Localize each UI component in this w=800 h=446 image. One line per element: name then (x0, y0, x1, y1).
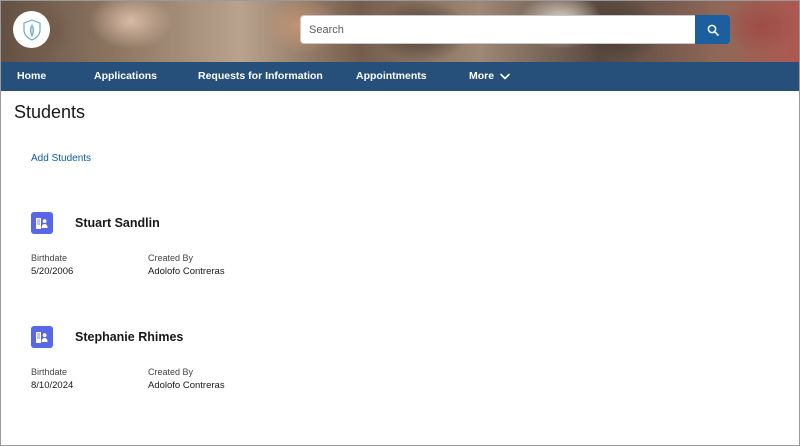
student-record: Stephanie Rhimes Birthdate 8/10/2024 Cre… (31, 326, 771, 406)
nav-applications[interactable]: Applications (94, 62, 157, 91)
contact-card-icon (36, 217, 48, 229)
page-title: Students (14, 102, 86, 122)
record-name-link[interactable]: Stuart Sandlin (75, 216, 160, 230)
add-students-link[interactable]: Add Students (31, 153, 91, 164)
nav-home[interactable]: Home (17, 62, 46, 91)
app-frame: Home Applications Requests for Informati… (0, 0, 800, 446)
record-icon (31, 326, 53, 348)
created-by-label: Created By (148, 367, 194, 377)
nav-appointments[interactable]: Appointments (356, 62, 427, 91)
main-nav: Home Applications Requests for Informati… (1, 62, 799, 91)
created-by-label: Created By (148, 253, 194, 263)
birthdate-value: 8/10/2024 (31, 380, 74, 391)
birthdate-value: 5/20/2006 (31, 266, 74, 277)
nav-more[interactable]: More (469, 62, 510, 91)
record-name-link[interactable]: Stephanie Rhimes (75, 330, 183, 344)
search-button[interactable] (695, 15, 730, 44)
chevron-down-icon (500, 73, 510, 80)
student-record: Stuart Sandlin Birthdate 5/20/2006 Creat… (31, 212, 771, 292)
site-logo[interactable] (13, 11, 50, 48)
record-icon (31, 212, 53, 234)
contact-card-icon (36, 331, 48, 343)
birthdate-label: Birthdate (31, 253, 68, 263)
nav-requests-for-information[interactable]: Requests for Information (198, 62, 323, 91)
created-by-value: Adolofo Contreras (148, 380, 225, 391)
search-icon (707, 24, 719, 36)
search-bar (300, 15, 730, 44)
birthdate-label: Birthdate (31, 367, 68, 377)
nav-more-label: More (469, 70, 495, 82)
created-by-value: Adolofo Contreras (148, 266, 225, 277)
search-input[interactable] (300, 15, 695, 44)
shield-leaf-icon (22, 18, 41, 41)
